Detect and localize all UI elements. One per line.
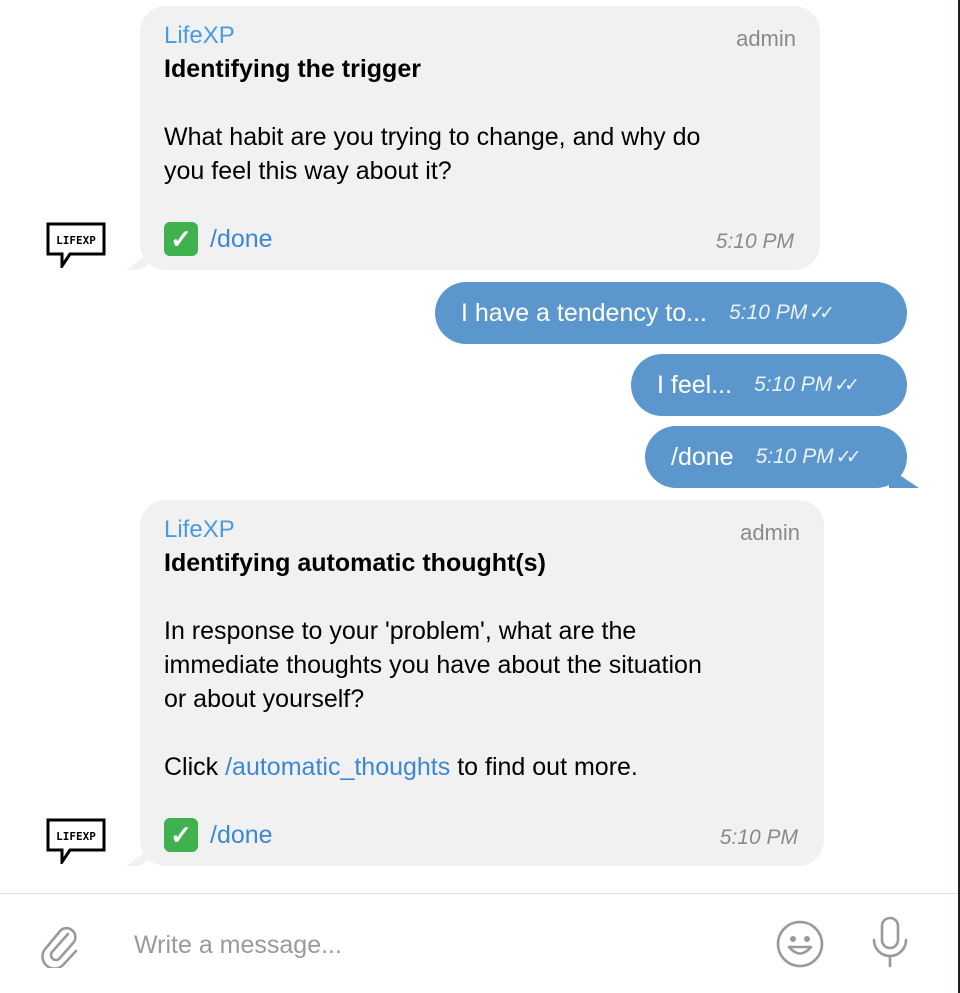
- check-mark-icon: ✓: [164, 818, 198, 852]
- message-text: I have a tendency to...: [461, 298, 707, 327]
- user-message: I have a tendency to... 5:10 PM ✓✓: [435, 282, 907, 344]
- body-line: or about yourself?: [164, 685, 365, 713]
- message-input[interactable]: [132, 924, 736, 966]
- body-line: you feel this way about it?: [164, 157, 452, 185]
- message-time: 5:10 PM: [719, 826, 798, 849]
- message-text: I feel...: [657, 370, 733, 399]
- message-title: Identifying automatic thought(s): [164, 549, 546, 577]
- message-time: 5:10 PM: [729, 301, 808, 324]
- message-title: Identifying the trigger: [164, 55, 421, 83]
- sender-name[interactable]: LifeXP: [164, 516, 800, 544]
- done-command-link[interactable]: /done: [210, 225, 273, 254]
- bubble-tail: [889, 468, 919, 488]
- sender-name[interactable]: LifeXP: [164, 22, 796, 50]
- command-row: ✓ /done: [164, 818, 800, 852]
- bot-message: LifeXP admin Identifying the trigger Wha…: [140, 6, 820, 270]
- message-composer: [0, 893, 960, 993]
- message-body-link-line: Click /automatic_thoughts to find out mo…: [164, 750, 800, 784]
- message-body: What habit are you trying to change, and…: [164, 120, 796, 188]
- sender-role: admin: [736, 26, 796, 51]
- body-line: What habit are you trying to change, and…: [164, 123, 701, 151]
- automatic-thoughts-link[interactable]: /automatic_thoughts: [225, 753, 450, 781]
- avatar-label: LIFEXP: [56, 830, 96, 843]
- paperclip-icon[interactable]: [38, 924, 82, 973]
- message-time: 5:10 PM: [754, 373, 833, 396]
- microphone-icon[interactable]: [868, 914, 912, 977]
- message-time: 5:10 PM: [715, 230, 794, 253]
- message-body: In response to your 'problem', what are …: [164, 614, 800, 716]
- done-command-link[interactable]: /done: [210, 821, 273, 850]
- emoji-icon[interactable]: [774, 918, 826, 975]
- message-time: 5:10 PM: [755, 445, 834, 468]
- user-message: I feel... 5:10 PM ✓✓: [631, 354, 907, 416]
- double-check-icon: ✓✓: [809, 302, 835, 324]
- bot-message: LifeXP admin Identifying automatic thoug…: [140, 500, 824, 866]
- chat-history: LifeXP admin Identifying the trigger Wha…: [0, 0, 960, 893]
- body-line: immediate thoughts you have about the si…: [164, 651, 702, 679]
- click-suffix: to find out more.: [450, 753, 638, 781]
- bot-avatar[interactable]: LIFEXP: [44, 222, 108, 268]
- click-prefix: Click: [164, 753, 226, 781]
- double-check-icon: ✓✓: [835, 446, 862, 468]
- body-line: In response to your 'problem', what are …: [164, 617, 637, 645]
- user-message: /done 5:10 PM ✓✓: [645, 426, 919, 488]
- sender-role: admin: [740, 520, 800, 545]
- command-row: ✓ /done: [164, 222, 796, 256]
- avatar-label: LIFEXP: [56, 234, 96, 247]
- bot-avatar[interactable]: LIFEXP: [44, 818, 108, 864]
- check-mark-icon: ✓: [164, 222, 198, 256]
- double-check-icon: ✓✓: [834, 374, 860, 396]
- message-text: /done: [671, 442, 734, 471]
